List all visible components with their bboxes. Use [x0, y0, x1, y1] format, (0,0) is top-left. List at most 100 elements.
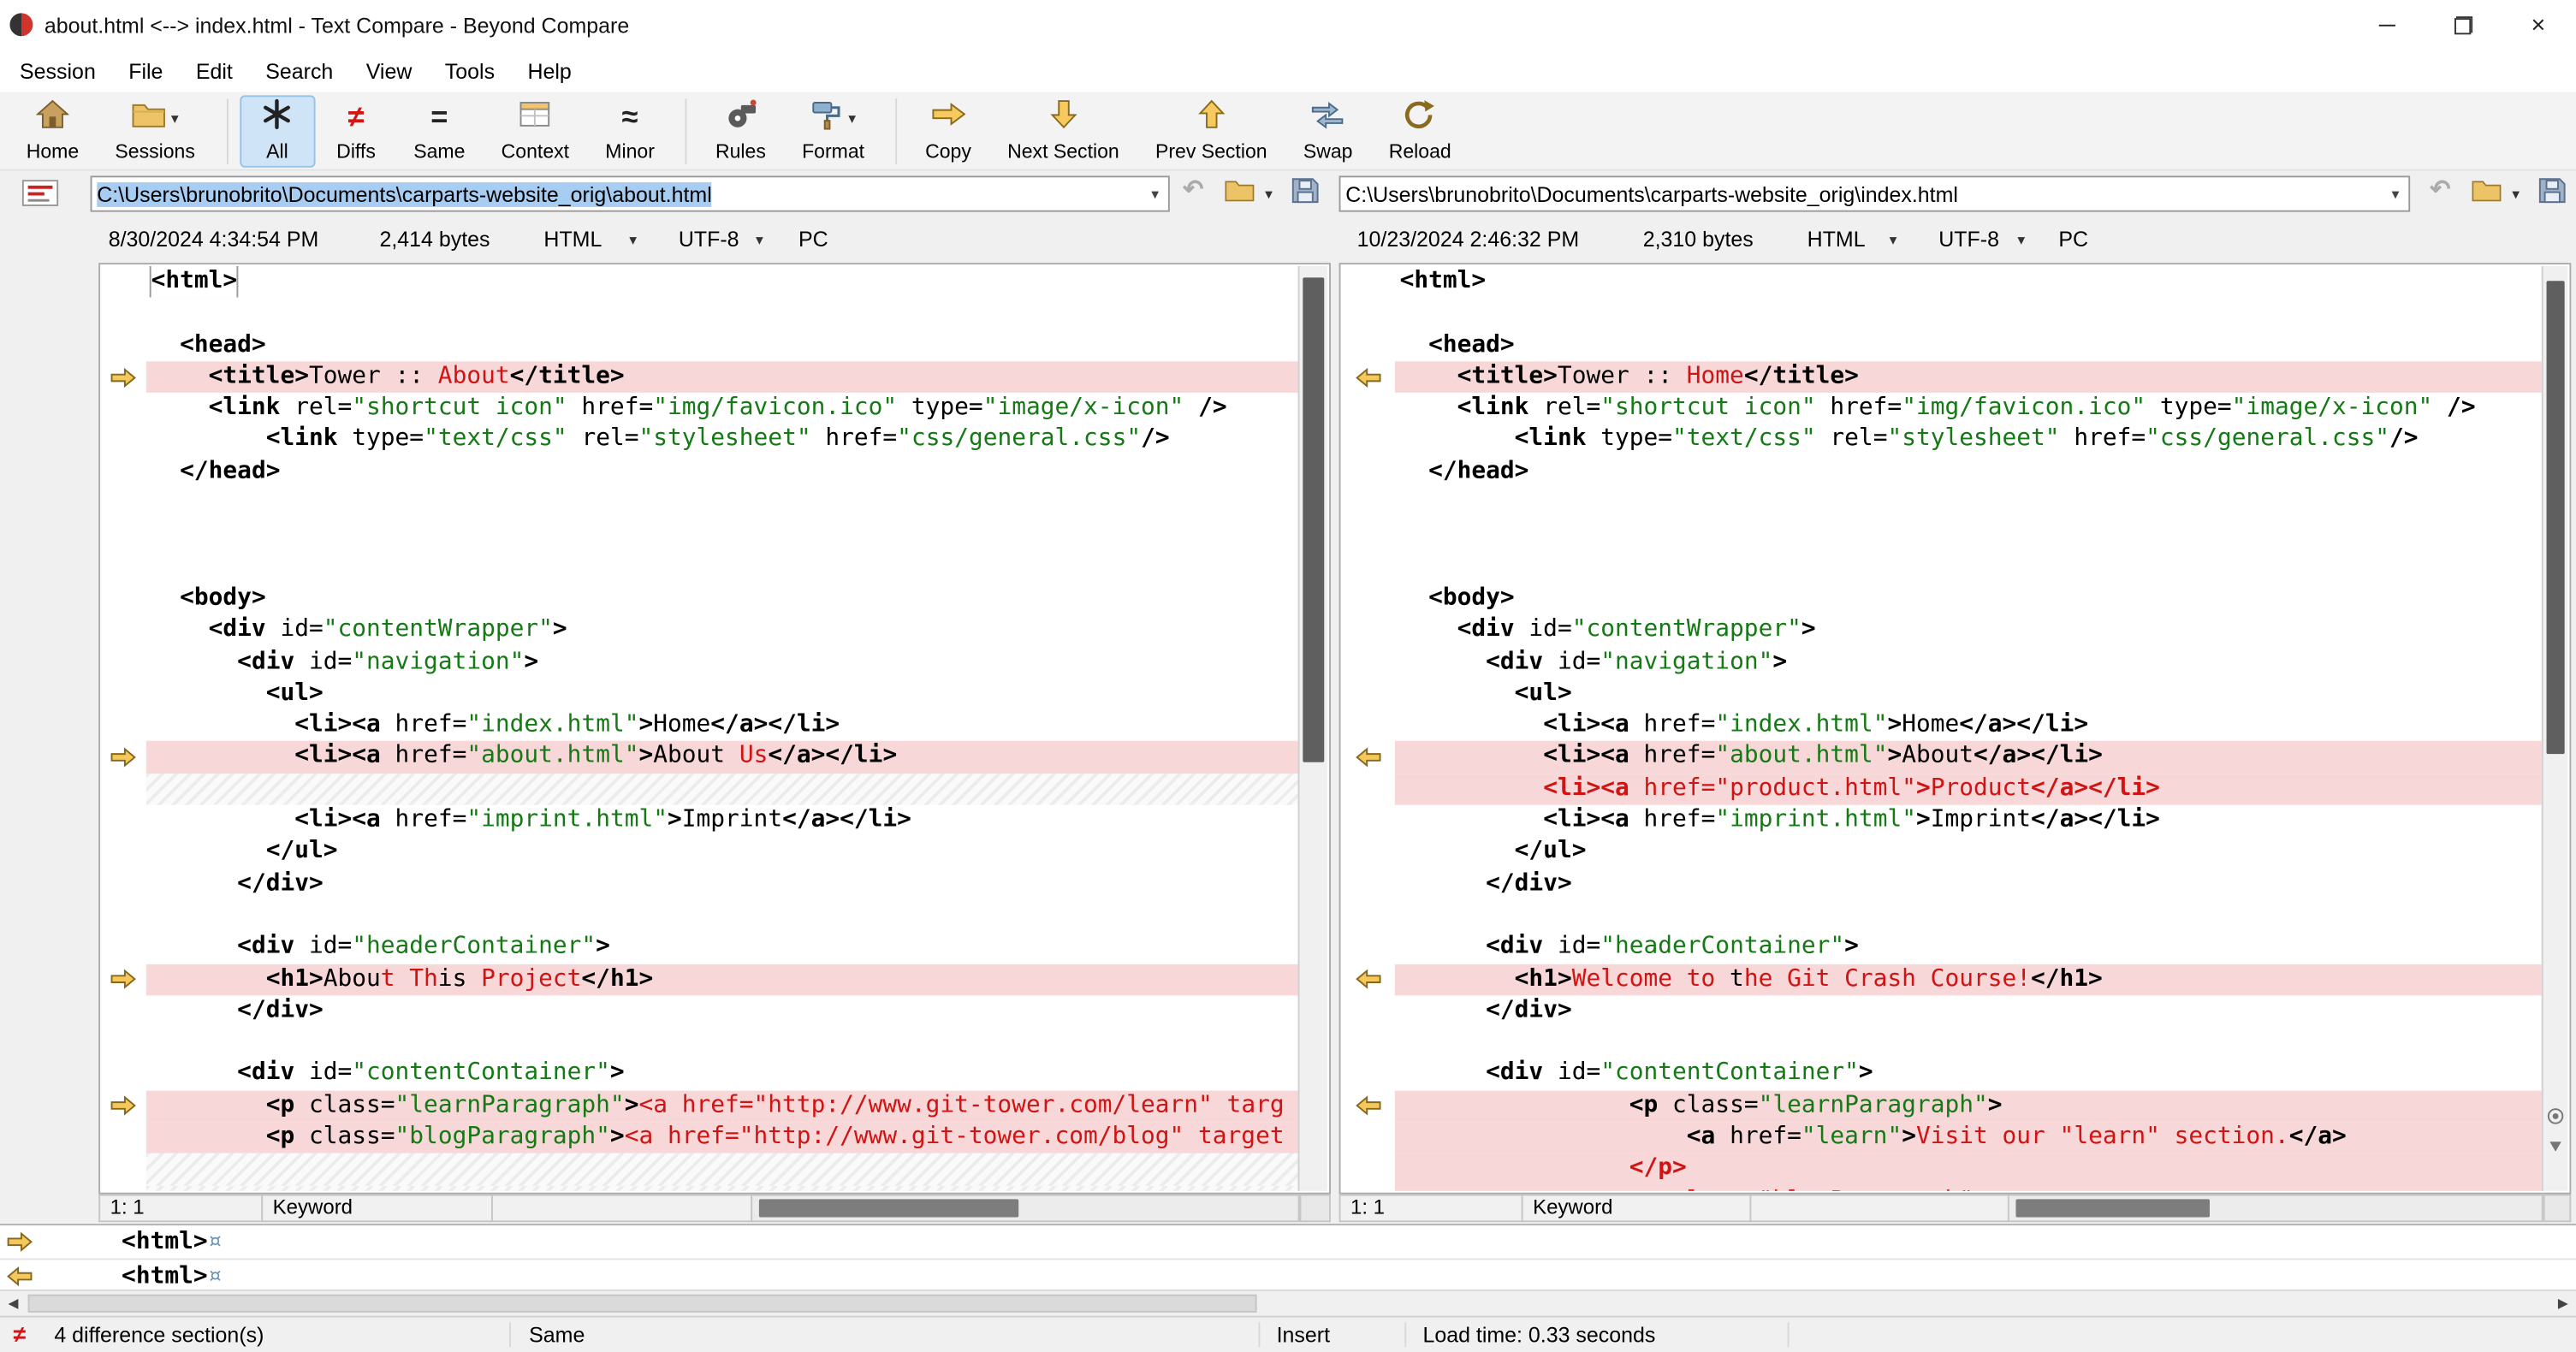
restore-button[interactable]	[2425, 0, 2500, 50]
code-text[interactable]	[1395, 551, 2542, 583]
code-text[interactable]: </ul>	[146, 837, 1298, 869]
scroll-right-icon[interactable]: ▶	[2549, 1291, 2576, 1316]
code-text[interactable]: <title>Tower :: About</title>	[145, 361, 1298, 394]
code-text[interactable]: </div>	[1395, 869, 2542, 900]
right-hscroll-thumb[interactable]	[2015, 1199, 2210, 1218]
code-text[interactable]: </div>	[1395, 995, 2542, 1027]
code-text[interactable]: <body>	[146, 583, 1298, 614]
toolbar-button-format[interactable]: ▾ Format	[786, 95, 881, 167]
right-path-input[interactable]: C:\Users\brunobrito\Documents\carparts-w…	[1338, 175, 2411, 212]
scroll-down-icon[interactable]	[2543, 1136, 2568, 1154]
code-text[interactable]: </head>	[146, 456, 1298, 488]
toolbar-button-reload[interactable]: Reload	[1373, 95, 1468, 167]
toolbar-button-next-section[interactable]: Next Section	[991, 95, 1136, 167]
left-open-folder-dropdown-icon[interactable]: ▾	[1265, 186, 1273, 204]
right-line-ending[interactable]: PC	[2058, 216, 2088, 263]
right-horizontal-scrollbar[interactable]	[2007, 1194, 2543, 1223]
toolbar-button-context[interactable]: Context	[484, 95, 585, 167]
code-text[interactable]: <body>	[1395, 583, 2542, 614]
detail-row[interactable]: <html>¤	[0, 1225, 2576, 1258]
right-undo-icon[interactable]: ↶	[2430, 177, 2450, 202]
scroll-target-icon[interactable]	[2543, 1107, 2568, 1125]
right-open-folder-dropdown-icon[interactable]: ▾	[2512, 186, 2520, 204]
scroll-left-icon[interactable]: ◀	[0, 1291, 27, 1316]
code-text[interactable]: <link rel="shortcut icon" href="img/favi…	[146, 393, 1298, 424]
code-text[interactable]: </p>	[1394, 1153, 2542, 1186]
code-text[interactable]	[1395, 519, 2542, 551]
right-save-icon[interactable]	[2538, 177, 2567, 204]
left-scroll-thumb[interactable]	[1303, 277, 1325, 762]
code-text[interactable]	[146, 900, 1298, 932]
toolbar-button-copy[interactable]: Copy	[909, 95, 988, 167]
toolbar-button-diffs[interactable]: ≠ Diffs	[318, 95, 394, 167]
right-encoding-caret-icon[interactable]: ▾	[2017, 216, 2025, 263]
toolbar-button-home[interactable]: Home	[10, 95, 96, 167]
toolbar-button-same[interactable]: = Same	[397, 95, 482, 167]
menu-item-edit[interactable]: Edit	[180, 50, 249, 92]
code-text[interactable]: <a href="learn">Visit our "learn" sectio…	[1394, 1122, 2542, 1154]
code-text[interactable]: <p class="learnParagraph"><a href="http:…	[145, 1090, 1298, 1123]
code-text[interactable]	[145, 773, 1298, 805]
code-text[interactable]: <li><a href="product.html">Product</a></…	[1394, 773, 2542, 805]
toolbar-button-rules[interactable]: Rules	[699, 95, 782, 167]
format-dropdown-icon[interactable]: ▾	[848, 110, 856, 127]
left-open-folder-icon[interactable]	[1224, 177, 1255, 202]
toolbar-button-swap[interactable]: Swap	[1287, 95, 1369, 167]
code-text[interactable]: <p class="learnParagraph">	[1394, 1090, 2542, 1123]
code-text[interactable]: <div id="navigation">	[1395, 647, 2542, 679]
code-text[interactable]: <head>	[146, 329, 1298, 361]
menu-item-search[interactable]: Search	[249, 50, 349, 92]
code-text[interactable]: <div id="contentContainer">	[1395, 1058, 2542, 1090]
code-text[interactable]	[1395, 900, 2542, 932]
code-text[interactable]	[146, 1027, 1298, 1058]
code-text[interactable]: <link rel="shortcut icon" href="img/favi…	[1395, 393, 2542, 424]
code-text[interactable]	[146, 298, 1298, 329]
left-encoding-select[interactable]: UTF-8	[679, 216, 739, 263]
code-text[interactable]: <html>	[146, 265, 1298, 299]
code-text[interactable]: <p class="blogParagraph">	[1394, 1185, 2542, 1191]
right-format-select[interactable]: HTML	[1807, 216, 1866, 263]
left-save-icon[interactable]	[1291, 177, 1320, 204]
menu-item-view[interactable]: View	[350, 50, 429, 92]
right-open-folder-icon[interactable]	[2471, 177, 2502, 202]
code-text[interactable]: <link type="text/css" rel="stylesheet" h…	[1395, 424, 2542, 456]
code-text[interactable]: <h1>About This Project</h1>	[145, 963, 1298, 996]
code-text[interactable]: <li><a href="index.html">Home</a></li>	[1395, 710, 2542, 742]
code-text[interactable]: <p class="blogParagraph"><a href="http:/…	[145, 1122, 1298, 1154]
right-path-dropdown-icon[interactable]: ▾	[2383, 185, 2409, 203]
code-text[interactable]: <li><a href="index.html">Home</a></li>	[146, 710, 1298, 742]
code-text[interactable]	[1395, 488, 2542, 519]
left-horizontal-scrollbar[interactable]	[751, 1194, 1300, 1223]
right-format-caret-icon[interactable]: ▾	[1890, 216, 1897, 263]
menu-item-help[interactable]: Help	[511, 50, 588, 92]
code-text[interactable]: <li><a href="about.html">About</a></li>	[1394, 741, 2542, 774]
code-text[interactable]	[145, 1185, 1298, 1191]
code-text[interactable]	[146, 488, 1298, 519]
code-text[interactable]: <div id="headerContainer">	[146, 932, 1298, 964]
code-text[interactable]: </head>	[1395, 456, 2542, 488]
detail-row[interactable]: <html>¤	[0, 1258, 2576, 1290]
code-text[interactable]: <div id="navigation">	[146, 647, 1298, 679]
sessions-folder-dropdown-icon[interactable]: ▾	[171, 110, 179, 127]
left-format-caret-icon[interactable]: ▾	[629, 216, 637, 263]
code-text[interactable]	[1395, 298, 2542, 329]
right-vertical-scrollbar[interactable]	[2541, 265, 2568, 1191]
close-button[interactable]: ×	[2501, 0, 2576, 50]
right-scroll-thumb[interactable]	[2546, 281, 2565, 755]
toolbar-button-minor[interactable]: ≈ Minor	[589, 95, 671, 167]
code-text[interactable]: <li><a href="imprint.html">Imprint</a></…	[146, 805, 1298, 837]
left-line-ending[interactable]: PC	[798, 216, 828, 263]
code-text[interactable]: </div>	[146, 995, 1298, 1027]
left-path-input[interactable]: C:\Users\brunobrito\Documents\carparts-w…	[90, 175, 1170, 212]
code-text[interactable]	[1395, 1027, 2542, 1058]
code-text[interactable]: <link type="text/css" rel="stylesheet" h…	[146, 424, 1298, 456]
code-text[interactable]: <div id="contentWrapper">	[1395, 614, 2542, 646]
left-format-select[interactable]: HTML	[543, 216, 602, 263]
code-text[interactable]: <div id="contentWrapper">	[146, 614, 1298, 646]
code-text[interactable]: <head>	[1395, 329, 2542, 361]
code-text[interactable]: </ul>	[1395, 837, 2542, 869]
code-text[interactable]: <div id="contentContainer">	[146, 1058, 1298, 1090]
left-hscroll-thumb[interactable]	[758, 1199, 1019, 1218]
menu-item-session[interactable]: Session	[3, 50, 112, 92]
details-horizontal-scrollbar[interactable]: ◀ ▶	[0, 1289, 2576, 1316]
